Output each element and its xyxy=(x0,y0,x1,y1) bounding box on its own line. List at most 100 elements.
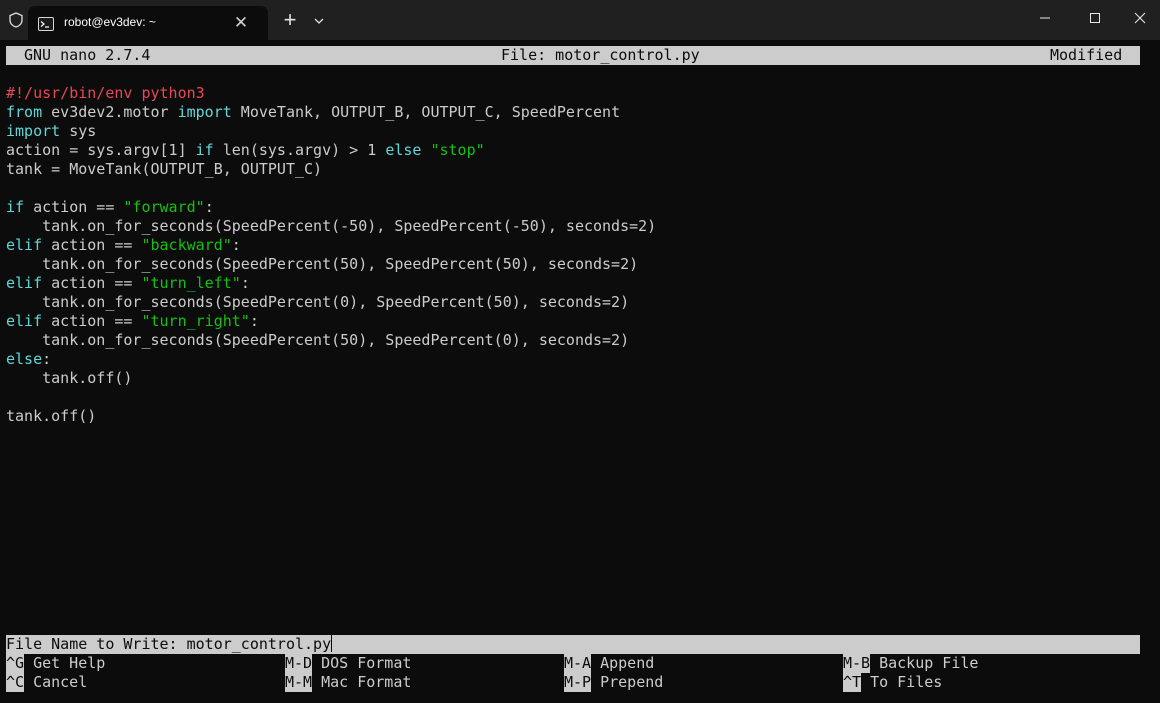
code-token: : xyxy=(231,236,241,254)
code-token: "backward" xyxy=(141,236,232,254)
code-token: if xyxy=(195,141,214,159)
code-token: #!/usr/bin/env python3 xyxy=(6,84,205,102)
code-line[interactable]: action = sys.argv[1] if len(sys.argv) > … xyxy=(6,141,1146,160)
maximize-icon xyxy=(1090,13,1100,23)
maximize-button[interactable] xyxy=(1072,0,1118,36)
code-token: action == xyxy=(24,198,124,216)
code-token: import xyxy=(6,122,61,140)
shortcut-prepend[interactable]: M-P Prepend xyxy=(564,673,663,692)
close-icon xyxy=(1134,12,1146,24)
code-line[interactable]: elif action == "backward": xyxy=(6,236,1146,255)
shortcut-mac-format[interactable]: M-M Mac Format xyxy=(285,673,411,692)
modified-status: Modified xyxy=(1050,46,1123,64)
code-token: "stop" xyxy=(430,141,485,159)
chevron-down-icon[interactable] xyxy=(310,12,328,30)
tab-terminal[interactable]: robot@ev3dev: ~ ✕ xyxy=(28,6,268,40)
code-token: "turn_left" xyxy=(141,274,241,292)
code-token: tank.on_for_seconds(SpeedPercent(-50), S… xyxy=(6,217,657,235)
nano-header-bar: GNU nano 2.7.4 File: motor_control.py Mo… xyxy=(6,46,1140,65)
code-line[interactable]: else: xyxy=(6,350,1146,369)
shortcut-label: Mac Format xyxy=(321,673,412,691)
shortcut-key: ^G xyxy=(6,654,25,673)
code-line[interactable]: tank.on_for_seconds(SpeedPercent(50), Sp… xyxy=(6,331,1146,350)
shield-icon[interactable] xyxy=(8,12,24,28)
code-token: elif xyxy=(6,236,43,254)
shortcut-cancel[interactable]: ^C Cancel xyxy=(6,673,87,692)
code-token: from xyxy=(6,103,43,121)
code-token: ev3dev2.motor xyxy=(42,103,178,121)
shortcut-backup-file[interactable]: M-B Backup File xyxy=(843,654,978,673)
code-token: tank.off() xyxy=(6,369,133,387)
code-token: tank.on_for_seconds(SpeedPercent(50), Sp… xyxy=(6,255,639,273)
terminal-area[interactable]: GNU nano 2.7.4 File: motor_control.py Mo… xyxy=(0,40,1160,703)
shortcut-key: ^C xyxy=(6,673,25,692)
code-token: elif xyxy=(6,312,43,330)
minimize-icon xyxy=(1040,17,1050,19)
code-line[interactable]: tank.off() xyxy=(6,407,1146,426)
code-line[interactable]: #!/usr/bin/env python3 xyxy=(6,84,1146,103)
code-token: if xyxy=(6,198,25,216)
shortcut-label: Prepend xyxy=(600,673,664,691)
code-token: MoveTank, OUTPUT_B, OUTPUT_C, SpeedPerce… xyxy=(231,103,621,121)
code-line[interactable]: elif action == "turn_right": xyxy=(6,312,1146,331)
code-token: tank.on_for_seconds(SpeedPercent(0), Spe… xyxy=(6,293,630,311)
code-token: action = sys.argv[1] xyxy=(6,141,196,159)
code-token: "turn_right" xyxy=(141,312,250,330)
terminal-icon xyxy=(38,16,54,31)
code-line[interactable]: tank.on_for_seconds(SpeedPercent(0), Spe… xyxy=(6,293,1146,312)
code-line[interactable]: tank.on_for_seconds(SpeedPercent(50), Sp… xyxy=(6,255,1146,274)
shortcut-label: DOS Format xyxy=(321,654,412,672)
new-tab-button[interactable]: + xyxy=(278,9,302,33)
code-token: tank.on_for_seconds(SpeedPercent(50), Sp… xyxy=(6,331,630,349)
shortcut-key: M-A xyxy=(564,654,592,673)
close-window-button[interactable] xyxy=(1117,0,1160,36)
code-token: len(sys.argv) > 1 xyxy=(213,141,386,159)
code-line[interactable] xyxy=(6,388,1146,407)
code-token: : xyxy=(42,350,52,368)
code-token: : xyxy=(240,274,250,292)
code-token: tank = MoveTank(OUTPUT_B, OUTPUT_C) xyxy=(6,160,323,178)
code-line[interactable]: tank = MoveTank(OUTPUT_B, OUTPUT_C) xyxy=(6,160,1146,179)
code-line[interactable] xyxy=(6,179,1146,198)
shortcut-to-files[interactable]: ^T To Files xyxy=(843,673,942,692)
code-token: elif xyxy=(6,274,43,292)
prompt-text: File Name to Write: motor_control.py xyxy=(6,635,332,653)
code-line[interactable]: from ev3dev2.motor import MoveTank, OUTP… xyxy=(6,103,1146,122)
tab-title: robot@ev3dev: ~ xyxy=(64,15,156,29)
file-name-prompt[interactable]: File Name to Write: motor_control.py xyxy=(6,635,1140,654)
code-editor[interactable]: #!/usr/bin/env python3 from ev3dev2.motor… xyxy=(6,84,1146,426)
code-token: "forward" xyxy=(123,198,205,216)
code-line[interactable]: import sys xyxy=(6,122,1146,141)
minimize-button[interactable] xyxy=(1022,0,1068,36)
shortcut-get-help[interactable]: ^G Get Help xyxy=(6,654,105,673)
close-icon[interactable]: ✕ xyxy=(230,12,252,34)
shortcut-dos-format[interactable]: M-D DOS Format xyxy=(285,654,411,673)
shortcut-key: ^T xyxy=(843,673,862,692)
file-name-title: File: motor_control.py xyxy=(501,46,700,64)
shortcut-append[interactable]: M-A Append xyxy=(564,654,654,673)
shortcut-key: M-M xyxy=(285,673,313,692)
code-token: else xyxy=(6,350,43,368)
shortcut-label: Backup File xyxy=(879,654,979,672)
shortcut-key: M-B xyxy=(843,654,871,673)
shortcut-label: Append xyxy=(600,654,655,672)
code-token: action == xyxy=(42,236,142,254)
shortcut-key: M-P xyxy=(564,673,592,692)
code-token: tank.off() xyxy=(6,407,97,425)
code-token: action == xyxy=(42,274,142,292)
code-token: : xyxy=(249,312,259,330)
code-line[interactable]: if action == "forward": xyxy=(6,198,1146,217)
nano-version: GNU nano 2.7.4 xyxy=(24,46,151,64)
code-token: action == xyxy=(42,312,142,330)
shortcut-label: Get Help xyxy=(33,654,106,672)
code-line[interactable]: tank.on_for_seconds(SpeedPercent(-50), S… xyxy=(6,217,1146,236)
code-token: else xyxy=(385,141,422,159)
code-line[interactable]: tank.off() xyxy=(6,369,1146,388)
code-token: : xyxy=(204,198,214,216)
window-titlebar: robot@ev3dev: ~ ✕ + xyxy=(0,0,1160,40)
shortcut-label: Cancel xyxy=(33,673,88,691)
code-line[interactable]: elif action == "turn_left": xyxy=(6,274,1146,293)
code-token: import xyxy=(177,103,232,121)
shortcut-key: M-D xyxy=(285,654,313,673)
text-cursor xyxy=(331,635,333,652)
